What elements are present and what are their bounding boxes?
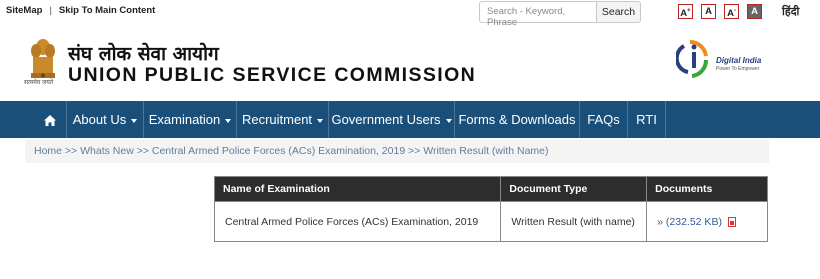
nav-about-us-label: About Us xyxy=(72,112,127,127)
font-decrease-label: A xyxy=(727,8,734,20)
table-header-row: Name of Examination Document Type Docume… xyxy=(213,176,768,202)
pdf-icon[interactable] xyxy=(727,216,736,227)
nav-recruitment-label: Recruitment xyxy=(241,112,313,127)
digital-india-title: Digital India xyxy=(716,56,762,65)
column-header-documents: Documents xyxy=(646,176,768,202)
column-header-doc-type: Document Type xyxy=(500,176,648,202)
doc-type-cell: Written Result (with name) xyxy=(500,201,648,242)
skip-to-main-link[interactable]: Skip To Main Content xyxy=(59,5,155,16)
digital-india-tagline: Power To Empower xyxy=(716,66,760,72)
document-link[interactable]: (232.52 KB) xyxy=(666,216,722,228)
org-title-english[interactable]: UNION PUBLIC SERVICE COMMISSION xyxy=(68,64,476,87)
nav-government-users-label: Government Users xyxy=(331,112,441,127)
contrast-button[interactable]: A xyxy=(747,4,762,19)
chevron-down-icon xyxy=(225,118,232,123)
nav-recruitment[interactable]: Recruitment xyxy=(237,101,329,138)
emblem-caption: सत्यमेव जयते xyxy=(24,80,54,86)
font-normal-button[interactable]: A xyxy=(701,4,716,19)
nav-examination-label: Examination xyxy=(148,112,221,127)
language-hindi-link[interactable]: हिंदी xyxy=(782,4,799,19)
nav-home[interactable] xyxy=(33,101,67,138)
top-utility-bar: SiteMap | Skip To Main Content Search - Ke… xyxy=(0,0,820,28)
font-decrease-sup: - xyxy=(733,8,736,14)
exam-name-cell: Central Armed Police Forces (ACs) Examin… xyxy=(213,201,502,242)
font-normal-label: A xyxy=(705,6,712,17)
nav-examination[interactable]: Examination xyxy=(144,101,237,138)
nav-forms-downloads-label: Forms & Downloads xyxy=(458,112,576,127)
org-title-hindi: संघ लोक सेवा आयोग xyxy=(68,43,219,65)
nav-forms-downloads[interactable]: Forms & Downloads xyxy=(455,101,580,138)
chevron-down-icon xyxy=(317,118,324,123)
sitemap-link[interactable]: SiteMap xyxy=(6,5,42,16)
top-link-separator: | xyxy=(49,5,52,16)
font-increase-button[interactable]: A+ xyxy=(678,4,693,19)
nav-faqs[interactable]: FAQs xyxy=(580,101,628,138)
documents-cell: » (232.52 KB) xyxy=(646,201,768,242)
nav-rti[interactable]: RTI xyxy=(628,101,666,138)
font-decrease-button[interactable]: A- xyxy=(724,4,739,19)
home-icon xyxy=(43,115,56,127)
search-input[interactable]: Search - Keyword, Phrase xyxy=(479,1,597,28)
table-row: Central Armed Police Forces (ACs) Examin… xyxy=(213,201,768,242)
results-table: Name of Examination Document Type Docume… xyxy=(213,176,768,242)
breadcrumb[interactable]: Home >> Whats New >> Central Armed Polic… xyxy=(25,140,769,163)
chevron-down-icon xyxy=(445,118,452,123)
top-links: SiteMap | Skip To Main Content xyxy=(6,5,155,16)
main-nav: About Us Examination Recruitment Governm… xyxy=(0,101,820,138)
nav-government-users[interactable]: Government Users xyxy=(329,101,455,138)
chevron-down-icon xyxy=(131,118,138,123)
contrast-label: A xyxy=(751,6,758,17)
search-button[interactable]: Search xyxy=(597,1,641,23)
font-increase-sup: + xyxy=(687,8,691,14)
nav-about-us[interactable]: About Us xyxy=(67,101,144,138)
nav-rti-label: RTI xyxy=(636,112,657,127)
arrow-marker: » xyxy=(657,215,663,228)
column-header-exam: Name of Examination xyxy=(213,176,502,202)
nav-faqs-label: FAQs xyxy=(587,112,620,127)
